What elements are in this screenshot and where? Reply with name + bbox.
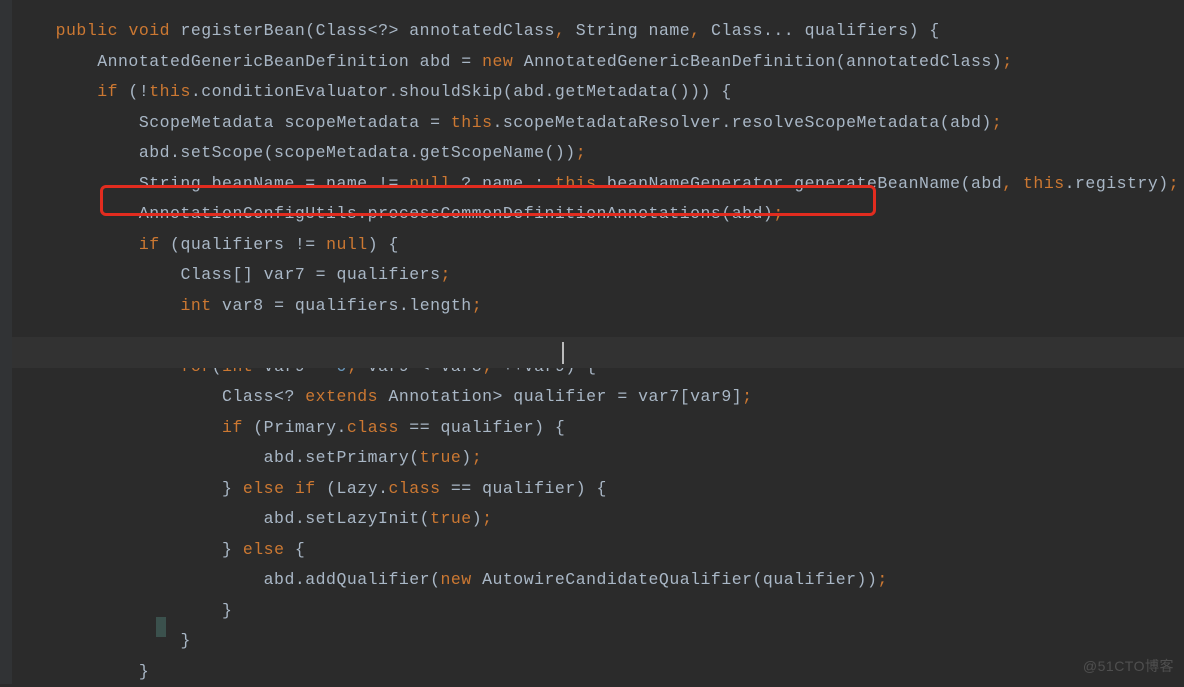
- editor-gutter: [0, 0, 12, 684]
- code-area[interactable]: public void registerBean(Class<?> annota…: [0, 0, 1184, 687]
- matching-brace-highlight: [156, 617, 166, 637]
- code-block[interactable]: public void registerBean(Class<?> annota…: [14, 16, 1184, 687]
- text-caret: [562, 342, 564, 364]
- watermark-text: @51CTO博客: [1083, 656, 1174, 676]
